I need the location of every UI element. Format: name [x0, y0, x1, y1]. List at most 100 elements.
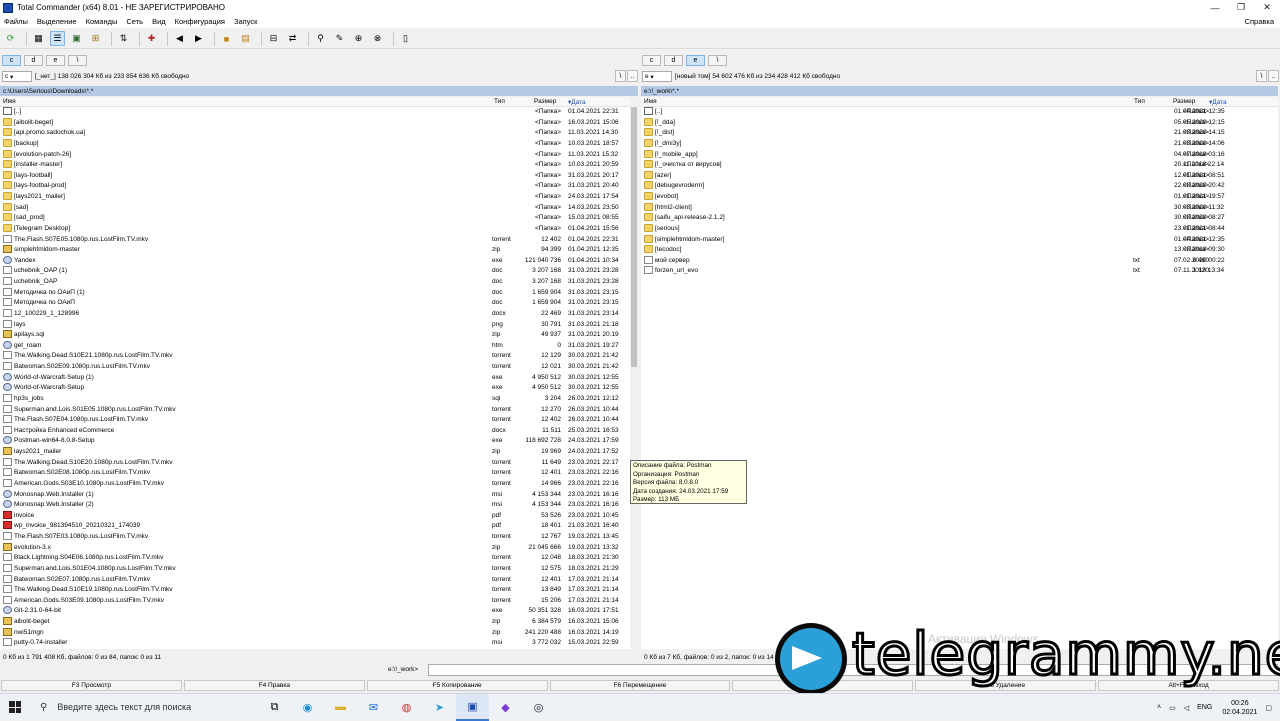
- f5-copy-button[interactable]: F5 Копирование: [366, 679, 548, 691]
- left-header-date[interactable]: ▾Дата: [568, 98, 586, 106]
- right-file-row[interactable]: [evobot] <Папка> 01.01.2021 19:57: [641, 192, 1278, 203]
- left-file-row[interactable]: [lays-footbal-prod] <Папка> 31.03.2021 20:…: [0, 181, 630, 192]
- left-file-row[interactable]: [lays-football] <Папка> 31.03.2021 20:17: [0, 170, 630, 182]
- left-file-row[interactable]: uchebnik_OAP doc 3 207 168 31.03.2021 23:28: [0, 277, 630, 288]
- left-file-row[interactable]: lays2021_mailer zip 19 969 24.03.2021 17:52: [0, 447, 630, 458]
- right-header-size[interactable]: Размер: [1173, 98, 1195, 105]
- left-file-row[interactable]: Yandex exe 121 040 736 01.04.2021 10:34: [0, 255, 630, 267]
- total-commander-icon[interactable]: ▣: [456, 693, 489, 721]
- left-header-name[interactable]: Имя: [3, 98, 16, 105]
- right-file-row[interactable]: forzen_url_evo txt 1 120 07.11.2018 13:34: [641, 266, 1278, 277]
- f3-view-button[interactable]: F3 Просмотр: [1, 679, 182, 691]
- task-view-icon[interactable]: ⧉: [258, 694, 291, 721]
- right-file-row[interactable]: [!_очистка от вирусов] <Папка> 20.11.2018 …: [641, 160, 1278, 171]
- edge-icon[interactable]: ◉: [291, 694, 324, 721]
- left-drive-d-button[interactable]: d: [24, 54, 43, 66]
- left-up-button[interactable]: ..: [627, 70, 638, 82]
- tray-chevron-icon[interactable]: ˄: [1157, 704, 1161, 711]
- left-file-row[interactable]: lays png 30 791 31.03.2021 21:18: [0, 319, 630, 331]
- left-file-row[interactable]: Настройка Enhanced eCommerce docx 11 511 25…: [0, 425, 630, 437]
- left-file-row[interactable]: aibolit-beget zip 6 384 579 16.03.2021 15:0…: [0, 617, 630, 628]
- left-drive-e-button[interactable]: e: [46, 54, 65, 66]
- right-header-type[interactable]: Тип: [1134, 98, 1145, 105]
- right-file-row[interactable]: [azer] <Папка> 12.01.2021 08:51: [641, 170, 1278, 182]
- tree-icon[interactable]: ⊞: [88, 31, 103, 46]
- left-file-row[interactable]: [backup] <Папка> 10.03.2021 18:57: [0, 138, 630, 150]
- right-file-row[interactable]: [tecodoc] <Папка> 13.03.2018 09:30: [641, 245, 1278, 256]
- right-drive-net-button[interactable]: \: [708, 54, 727, 66]
- left-file-row[interactable]: evolution-3.x zip 21 045 666 19.03.2021 13:…: [0, 542, 630, 554]
- telegram-icon[interactable]: ➤: [423, 694, 456, 721]
- pack-files-icon[interactable]: ■: [219, 31, 234, 46]
- menu-help[interactable]: Справка: [1245, 17, 1274, 26]
- maximize-button[interactable]: ❐: [1228, 0, 1254, 15]
- left-file-row[interactable]: Batwoman.S02E07.1080p.rus.LostFilm.TV.mk…: [0, 574, 630, 586]
- network-icon[interactable]: ▭: [1169, 704, 1176, 712]
- left-file-row[interactable]: The.Walking.Dead.S10E20.1080p.rus.LostFi…: [0, 457, 630, 469]
- right-file-row[interactable]: [!_dist] <Папка> 21.03.2020 14:15: [641, 128, 1278, 139]
- forward-icon[interactable]: ▶: [191, 31, 206, 46]
- left-file-row[interactable]: get_roam htm 0 31.03.2021 19:27: [0, 340, 630, 352]
- clock[interactable]: 00:26 02.04.2021: [1222, 699, 1257, 717]
- right-file-row[interactable]: мой сервер txt 6 460 07.02.2020 00:22: [641, 255, 1278, 267]
- right-drive-d-button[interactable]: d: [664, 54, 683, 66]
- right-root-button[interactable]: \: [1256, 70, 1267, 82]
- left-file-row[interactable]: [sad] <Папка> 14.03.2021 23:50: [0, 202, 630, 214]
- invert-selection-icon[interactable]: ⇅: [116, 31, 131, 46]
- left-file-row[interactable]: Методичка по ОАиП doc 1 659 904 31.03.2021 …: [0, 298, 630, 309]
- refresh-icon[interactable]: ⟳: [3, 31, 18, 46]
- left-file-panel[interactable]: Имя Тип Размер ▾Дата [..] <Папка> 01.04.20…: [0, 97, 630, 649]
- left-file-row[interactable]: [installer-master] <Папка> 10.03.2021 20:5…: [0, 160, 630, 171]
- left-file-row[interactable]: 12_100229_1_128996 docx 22 469 31.03.2021 2…: [0, 308, 630, 320]
- left-file-row[interactable]: Black.Lightning.S04E06.1080p.rus.LostFil…: [0, 553, 630, 564]
- left-file-row[interactable]: uchebnik_OAP (1) doc 3 207 168 31.03.2021 2…: [0, 266, 630, 277]
- right-file-row[interactable]: [saifu_api-release-2.1.2] <Папка> 30.03.20…: [641, 213, 1278, 224]
- ftp-icon[interactable]: ⊕: [351, 31, 366, 46]
- chrome-icon[interactable]: ◍: [390, 694, 423, 721]
- left-scrollbar[interactable]: [630, 97, 638, 649]
- left-file-row[interactable]: [sad_prod] <Папка> 15.03.2021 08:55: [0, 213, 630, 224]
- left-file-row[interactable]: simplehtmldom-master zip 94 399 01.04.2021 …: [0, 245, 630, 256]
- left-drive-c-button[interactable]: c: [2, 54, 21, 66]
- thumbnails-icon[interactable]: ▣: [69, 31, 84, 46]
- menu-start[interactable]: Запуск: [234, 17, 257, 26]
- left-file-row[interactable]: [Telegram Desktop] <Папка> 01.04.2021 15:5…: [0, 223, 630, 235]
- input-language[interactable]: ENG: [1197, 704, 1212, 711]
- f4-edit-button[interactable]: F4 Правка: [183, 679, 365, 691]
- right-file-row[interactable]: [simplehtmldom-master] <Папка> 01.04.2021 …: [641, 234, 1278, 246]
- right-drive-e-button[interactable]: e: [686, 54, 705, 66]
- left-file-row[interactable]: Postman-win64-8.0.8-Setup exe 118 692 728 2…: [0, 436, 630, 447]
- menu-view[interactable]: Вид: [152, 17, 166, 26]
- right-file-row[interactable]: [serious] <Папка> 23.01.2021 08:44: [641, 223, 1278, 235]
- notifications-icon[interactable]: ▢: [1265, 704, 1272, 712]
- right-drive-c-button[interactable]: c: [642, 54, 661, 66]
- left-drive-net-button[interactable]: \: [68, 54, 87, 66]
- pack-icon[interactable]: ✚: [144, 31, 159, 46]
- sync-dirs-icon[interactable]: ⇄: [285, 31, 300, 46]
- minimize-button[interactable]: —: [1202, 0, 1228, 15]
- left-file-row[interactable]: The.Flash.S07E04.1080p.rus.LostFilm.TV.m…: [0, 415, 630, 426]
- left-file-row[interactable]: Batwoman.S02E08.1080p.rus.LostFilm.TV.mk…: [0, 468, 630, 479]
- right-up-button[interactable]: ..: [1268, 70, 1279, 82]
- left-file-row[interactable]: World-of-Warcraft-Setup (1) exe 4 950 512 3…: [0, 372, 630, 384]
- left-file-row[interactable]: Superman.and.Lois.S01E04.1080p.rus.LostF…: [0, 563, 630, 575]
- left-file-row[interactable]: The.Walking.Dead.S10E19.1080p.rus.LostFi…: [0, 585, 630, 596]
- left-file-row[interactable]: hp3s_jobs sql 3 204 26.03.2021 12:12: [0, 393, 630, 405]
- menu-commands[interactable]: Команды: [86, 17, 118, 26]
- left-file-row[interactable]: putty-0.74-installer msi 3 772 032 15.03.20…: [0, 638, 630, 649]
- left-file-row[interactable]: Superman.and.Lois.S01E05.1080p.rus.LostF…: [0, 404, 630, 416]
- right-file-row[interactable]: [debugevroderm] <Папка> 22.03.2020 20:42: [641, 181, 1278, 192]
- right-header-name[interactable]: Имя: [644, 98, 657, 105]
- search-icon[interactable]: ⚲: [313, 31, 328, 46]
- left-file-row[interactable]: [lays2021_mailer] <Папка> 24.03.2021 17:54: [0, 192, 630, 203]
- left-file-row[interactable]: The.Flash.S07E03.1080p.rus.LostFilm.TV.m…: [0, 532, 630, 543]
- left-file-row[interactable]: apilays.sql zip 49 937 31.03.2021 20:19: [0, 330, 630, 341]
- unpack-icon[interactable]: ▤: [238, 31, 253, 46]
- left-file-row[interactable]: [aibolit-beget] <Папка> 16.03.2021 15:06: [0, 117, 630, 129]
- back-icon[interactable]: ◀: [172, 31, 187, 46]
- left-file-row[interactable]: [evolution-patch-26] <Папка> 11.03.2021 15…: [0, 149, 630, 161]
- right-header-date[interactable]: ▾Дата: [1209, 98, 1227, 106]
- start-button[interactable]: [0, 694, 30, 721]
- left-file-row[interactable]: Методичка по ОАиП (1) doc 1 659 904 31.03.2…: [0, 287, 630, 299]
- menu-mark[interactable]: Выделение: [37, 17, 77, 26]
